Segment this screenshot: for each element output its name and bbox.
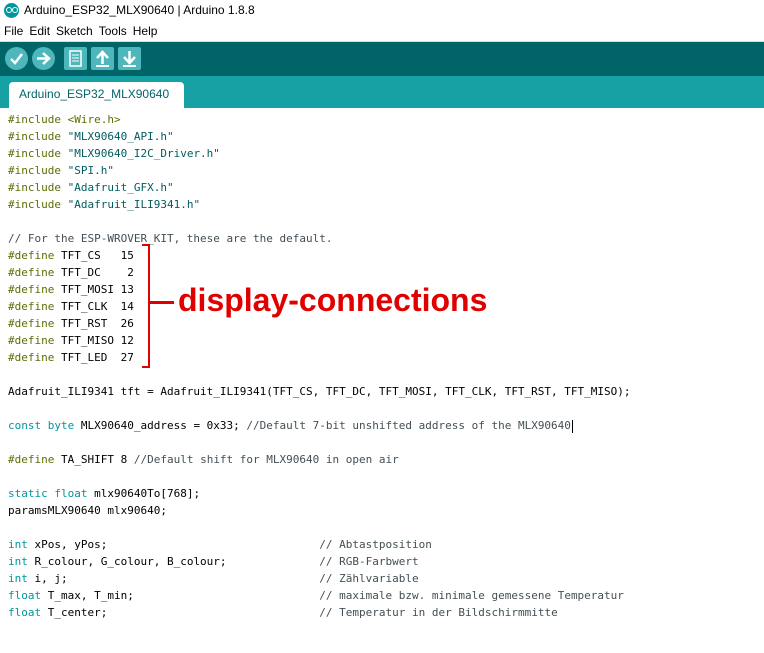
toolbar [0,42,764,76]
code-line: const byte MLX90640_address = 0x33; //De… [8,419,573,433]
code-line: #define TFT_LED 27 [8,351,134,364]
code-line: #include "SPI.h" [8,164,114,177]
new-button[interactable] [64,47,87,70]
open-button[interactable] [91,47,114,70]
upload-icon [37,52,51,65]
tab-strip: Arduino_ESP32_MLX90640 [0,76,764,108]
menu-file[interactable]: File [0,22,26,38]
menu-tools[interactable]: Tools [96,22,130,38]
code-line: #include "Adafruit_ILI9341.h" [8,198,201,211]
title-bar: Arduino_ESP32_MLX90640 | Arduino 1.8.8 [0,0,764,22]
save-icon [123,51,136,67]
text-cursor [571,419,573,433]
code-line: #define TA_SHIFT 8 //Default shift for M… [8,453,399,466]
code-line: Adafruit_ILI9341 tft = Adafruit_ILI9341(… [8,385,631,398]
code-line: #define TFT_CLK 14 [8,300,134,313]
code-line: #define TFT_RST 26 [8,317,134,330]
arduino-logo-icon [4,3,19,18]
verify-button[interactable] [5,47,28,70]
code-line: int xPos, yPos; // Abtastposition [8,538,432,551]
code-comment: // For the ESP-WROVER_KIT, these are the… [8,232,333,245]
code-line: int R_colour, G_colour, B_colour; // RGB… [8,555,419,568]
code-line: #define TFT_MISO 12 [8,334,134,347]
code-line: #include "Adafruit_GFX.h" [8,181,174,194]
menu-edit[interactable]: Edit [26,22,53,38]
code-line: paramsMLX90640 mlx90640; [8,504,167,517]
upload-button[interactable] [32,47,55,70]
code-line: #define TFT_CS 15 [8,249,134,262]
menu-bar: File Edit Sketch Tools Help [0,22,764,42]
code-line: static float mlx90640To[768]; [8,487,201,500]
tab-arduino-esp32-mlx90640[interactable]: Arduino_ESP32_MLX90640 [9,82,184,108]
verify-icon [10,53,23,65]
annotation-label: display-connections [178,282,488,318]
code-line: #include "MLX90640_API.h" [8,130,174,143]
save-button[interactable] [118,47,141,70]
open-icon [96,50,109,67]
menu-sketch[interactable]: Sketch [53,22,96,38]
window-title: Arduino_ESP32_MLX90640 | Arduino 1.8.8 [24,3,255,17]
annotation-bracket [142,244,150,368]
code-line: float T_center; // Temperatur in der Bil… [8,606,558,619]
code-line: #define TFT_DC 2 [8,266,134,279]
annotation-connector [150,301,174,304]
code-line: #define TFT_MOSI 13 [8,283,134,296]
code-line: #include "MLX90640_I2C_Driver.h" [8,147,220,160]
code-line: float T_max, T_min; // maximale bzw. min… [8,589,624,602]
new-icon [69,50,82,67]
code-line: int i, j; // Zählvariable [8,572,419,585]
code-line: #include <Wire.h> [8,113,121,126]
tab-label: Arduino_ESP32_MLX90640 [19,87,170,101]
code-editor[interactable]: #include <Wire.h> #include "MLX90640_API… [0,108,764,653]
menu-help[interactable]: Help [130,22,161,38]
